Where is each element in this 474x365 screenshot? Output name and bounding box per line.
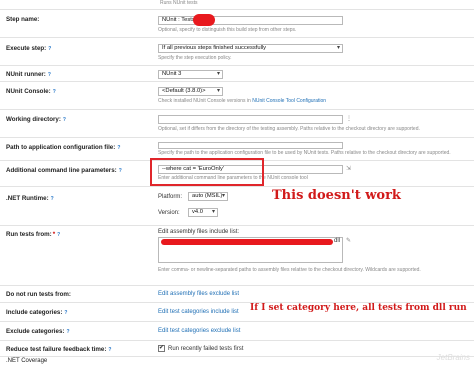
- help-icon[interactable]: ?: [57, 232, 60, 238]
- edit-icon[interactable]: ✎: [346, 237, 351, 244]
- execute-step-select[interactable]: If all previous steps finished successfu…: [158, 44, 343, 53]
- nunit-runner-label: NUnit runner:?: [6, 71, 51, 78]
- nunit-runner-select[interactable]: NUnit 3: [158, 70, 223, 79]
- edit-exclude-categories-link[interactable]: Edit test categories exclude list: [158, 328, 240, 334]
- help-icon[interactable]: ?: [53, 89, 56, 95]
- runner-description: Runs NUnit tests: [160, 0, 198, 6]
- nunit-console-note: Check installed NUnit Console versions i…: [158, 98, 327, 104]
- help-icon[interactable]: ?: [119, 168, 122, 174]
- help-icon[interactable]: ?: [66, 329, 69, 335]
- nunit-console-tool-link[interactable]: NUnit Console Tool Configuration: [252, 98, 326, 104]
- watermark-logo: JetBrains: [436, 353, 470, 362]
- row-app-config: Path to application configuration file:?…: [0, 137, 474, 159]
- step-name-input[interactable]: NUnit : Tests: [158, 16, 343, 25]
- help-icon[interactable]: ?: [117, 145, 120, 151]
- net-coverage-label: .NET Coverage: [6, 358, 48, 364]
- annotation-category-note: If I set category here, all tests from d…: [250, 303, 467, 313]
- execute-step-label: Execute step:?: [6, 45, 52, 52]
- execute-step-value: If all previous steps finished successfu…: [162, 45, 267, 51]
- cmd-params-label: Additional command line parameters:?: [6, 167, 122, 174]
- platform-select[interactable]: auto (MSIL): [188, 192, 228, 201]
- row-net-runtime: .NET Runtime:? Platform: auto (MSIL) Ver…: [0, 186, 474, 224]
- row-exclude-categories: Exclude categories:? Edit test categorie…: [0, 321, 474, 339]
- row-step-name: Step name: NUnit : Tests Optional, speci…: [0, 9, 474, 36]
- redaction-step-name: [193, 14, 215, 26]
- platform-label: Platform:: [158, 194, 183, 200]
- run-tests-from-label: Run tests from:*?: [6, 231, 61, 238]
- help-icon[interactable]: ?: [108, 347, 111, 353]
- folder-tree-icon[interactable]: ⋮: [346, 115, 352, 122]
- highlight-box: [150, 158, 264, 186]
- edit-exclude-assemblies-link[interactable]: Edit assembly files exclude list: [158, 291, 239, 297]
- nunit-console-select[interactable]: <Default (3.8.0)>: [158, 87, 223, 96]
- help-icon[interactable]: ?: [64, 310, 67, 316]
- working-dir-input[interactable]: [158, 115, 343, 124]
- edit-include-categories-link[interactable]: Edit test categories include list: [158, 309, 239, 315]
- do-not-run-label: Do not run tests from:: [6, 291, 71, 298]
- version-label: Version:: [158, 210, 180, 216]
- nunit-runner-value: NUnit 3: [162, 71, 182, 77]
- annotation-doesnt-work: This doesn't work: [272, 188, 401, 203]
- row-reduce-feedback: Reduce test failure feedback time:? ✔ Ru…: [0, 340, 474, 355]
- row-run-tests-from: Run tests from:*? Edit assembly files in…: [0, 225, 474, 277]
- net-runtime-label: .NET Runtime:?: [6, 195, 54, 202]
- expand-icon[interactable]: ⇲: [346, 165, 351, 172]
- assembly-list-label: Edit assembly files include list:: [158, 229, 240, 235]
- help-icon[interactable]: ?: [48, 72, 51, 78]
- platform-value: auto (MSIL): [192, 193, 223, 199]
- reduce-feedback-checkbox-label: Run recently failed tests first: [168, 346, 244, 352]
- nunit-console-label: NUnit Console:?: [6, 88, 56, 95]
- step-name-label: Step name:: [6, 16, 40, 23]
- app-config-label: Path to application configuration file:?: [6, 144, 121, 151]
- run-tests-note: Enter comma- or newline-separated paths …: [158, 267, 421, 273]
- execute-step-note: Specify the step execution policy.: [158, 55, 232, 61]
- help-icon[interactable]: ?: [63, 117, 66, 123]
- row-working-directory: Working directory:? ⋮ Optional, set if d…: [0, 109, 474, 136]
- redaction-assembly-path: [161, 239, 333, 245]
- help-icon[interactable]: ?: [48, 46, 51, 52]
- assembly-suffix: dll: [334, 238, 341, 244]
- version-select[interactable]: v4.0: [188, 208, 218, 217]
- assembly-list-textarea[interactable]: dll: [158, 237, 343, 263]
- reduce-feedback-checkbox[interactable]: ✔: [158, 345, 165, 352]
- version-value: v4.0: [192, 209, 203, 215]
- step-name-value: NUnit : Tests: [162, 17, 195, 23]
- nunit-console-value: <Default (3.8.0)>: [162, 88, 206, 94]
- working-dir-note: Optional, set if differs from the direct…: [158, 126, 420, 132]
- row-do-not-run: Do not run tests from: Edit assembly fil…: [0, 285, 474, 301]
- working-dir-label: Working directory:?: [6, 116, 66, 123]
- step-name-note: Optional, specify to distinguish this bu…: [158, 27, 297, 33]
- row-net-coverage: .NET Coverage: [0, 356, 474, 365]
- reduce-feedback-label: Reduce test failure feedback time:?: [6, 346, 112, 353]
- include-categories-label: Include categories:?: [6, 309, 68, 316]
- row-execute-step: Execute step:? If all previous steps fin…: [0, 37, 474, 64]
- help-icon[interactable]: ?: [51, 196, 54, 202]
- exclude-categories-label: Exclude categories:?: [6, 328, 70, 335]
- row-nunit-runner: NUnit runner:? NUnit 3: [0, 65, 474, 80]
- row-nunit-console: NUnit Console:? <Default (3.8.0)> Check …: [0, 81, 474, 108]
- app-config-input[interactable]: [158, 142, 343, 149]
- app-config-note: Specify the path to the application conf…: [158, 150, 451, 156]
